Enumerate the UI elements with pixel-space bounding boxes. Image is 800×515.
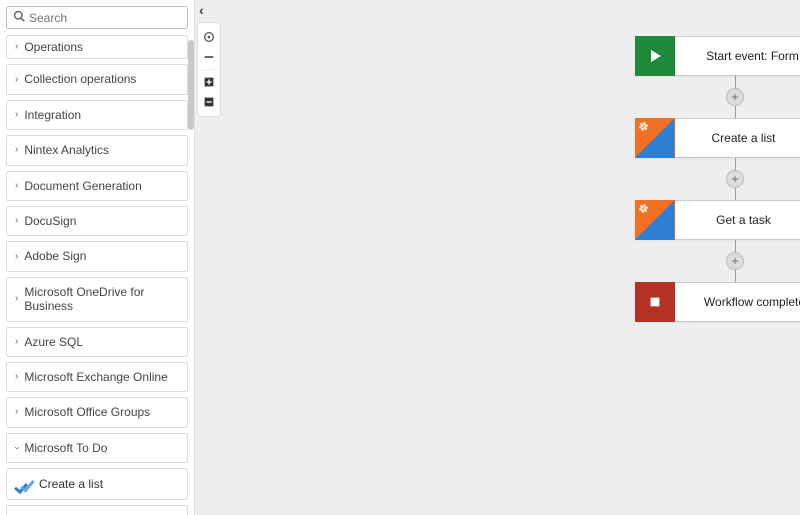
collapse-icon — [202, 95, 216, 109]
end-badge — [635, 282, 675, 322]
play-icon — [647, 48, 663, 64]
connector-line — [735, 240, 736, 252]
chevron-right-icon: › — [15, 371, 18, 383]
node-create-a-list[interactable]: Create a list ••• — [635, 118, 800, 158]
category-office-groups[interactable]: › Microsoft Office Groups — [6, 397, 188, 427]
minus-icon — [202, 50, 216, 64]
category-label: DocuSign — [24, 214, 76, 228]
collapse-sidebar-handle[interactable]: ‹ — [199, 2, 204, 18]
chevron-right-icon: › — [15, 215, 18, 227]
sidebar-scrollbar[interactable] — [188, 40, 194, 515]
category-label: Collection operations — [24, 72, 136, 86]
node-workflow-complete[interactable]: Workflow complete — [635, 282, 800, 322]
chevron-right-icon: › — [15, 251, 18, 263]
add-step-button[interactable]: + — [726, 88, 744, 106]
category-exchange-online[interactable]: › Microsoft Exchange Online — [6, 362, 188, 392]
category-label: Microsoft To Do — [24, 441, 107, 455]
category-operations[interactable]: › Operations — [6, 35, 188, 59]
chevron-right-icon: › — [15, 180, 18, 192]
connector-line — [735, 188, 736, 200]
category-label: Microsoft OneDrive for Business — [24, 285, 179, 314]
sidebar-scrollbar-thumb[interactable] — [188, 40, 194, 130]
plus-icon: + — [731, 91, 738, 103]
zoom-reset-button[interactable] — [199, 47, 219, 67]
action-label: Create a list — [39, 477, 103, 491]
chevron-right-icon: › — [15, 74, 18, 86]
category-docusign[interactable]: › DocuSign — [6, 206, 188, 236]
category-label: Document Generation — [24, 179, 141, 193]
category-microsoft-to-do[interactable]: › Microsoft To Do — [6, 433, 188, 463]
connector-line — [735, 76, 736, 88]
category-label: Microsoft Office Groups — [24, 405, 150, 419]
action-badge-icon — [635, 118, 675, 158]
chevron-right-icon: › — [15, 293, 18, 305]
chevron-right-icon: › — [15, 336, 18, 348]
search-input[interactable] — [29, 11, 184, 25]
category-onedrive-business[interactable]: › Microsoft OneDrive for Business — [6, 277, 188, 322]
connector-line — [735, 158, 736, 170]
category-integration[interactable]: › Integration — [6, 100, 188, 130]
start-badge — [635, 36, 675, 76]
plus-icon: + — [731, 255, 738, 267]
action-badge-icon — [635, 200, 675, 240]
collapse-all-button[interactable] — [199, 92, 219, 112]
chevron-right-icon: › — [15, 406, 18, 418]
category-collection-operations[interactable]: › Collection operations — [6, 64, 188, 94]
category-azure-sql[interactable]: › Azure SQL — [6, 327, 188, 357]
category-label: Integration — [24, 108, 81, 122]
node-start-event[interactable]: Start event: Form — [635, 36, 800, 76]
node-get-a-task[interactable]: Get a task ••• — [635, 200, 800, 240]
expand-icon — [202, 75, 216, 89]
category-list[interactable]: › Operations › Collection operations › I… — [0, 35, 194, 515]
stop-icon — [648, 295, 662, 309]
action-create-a-task[interactable]: Create a task — [6, 505, 188, 515]
toolbar-separator — [201, 69, 217, 70]
chevron-right-icon: › — [15, 144, 18, 156]
node-label: Start event: Form — [675, 49, 800, 63]
category-adobe-sign[interactable]: › Adobe Sign — [6, 241, 188, 271]
category-label: Microsoft Exchange Online — [24, 370, 167, 384]
todo-check-icon — [15, 475, 33, 493]
connector-line — [735, 270, 736, 282]
category-label: Operations — [24, 40, 83, 54]
workflow-flow: Start event: Form + Create a list ••• + … — [635, 36, 800, 322]
category-document-generation[interactable]: › Document Generation — [6, 171, 188, 201]
workflow-canvas[interactable]: ‹ Start event: Form + — [195, 0, 800, 515]
search-wrap — [0, 0, 194, 35]
chevron-down-icon: › — [11, 446, 23, 449]
canvas-toolbar — [197, 22, 221, 117]
action-create-a-list[interactable]: Create a list — [6, 468, 188, 500]
search-icon — [13, 10, 25, 25]
node-label: Workflow complete — [675, 295, 800, 309]
search-box[interactable] — [6, 6, 188, 29]
chevron-right-icon: › — [15, 41, 18, 53]
category-label: Adobe Sign — [24, 249, 86, 263]
category-label: Azure SQL — [24, 335, 83, 349]
chevron-left-icon: ‹ — [199, 2, 204, 18]
node-label: Create a list — [675, 131, 800, 145]
node-label: Get a task — [675, 213, 800, 227]
expand-all-button[interactable] — [199, 72, 219, 92]
category-label: Nintex Analytics — [24, 143, 109, 157]
connector-line — [735, 106, 736, 118]
action-toolbox-sidebar: › Operations › Collection operations › I… — [0, 0, 195, 515]
plus-icon: + — [731, 173, 738, 185]
chevron-right-icon: › — [15, 109, 18, 121]
add-step-button[interactable]: + — [726, 252, 744, 270]
category-nintex-analytics[interactable]: › Nintex Analytics — [6, 135, 188, 165]
add-step-button[interactable]: + — [726, 170, 744, 188]
zoom-fit-icon — [202, 30, 216, 44]
zoom-fit-button[interactable] — [199, 27, 219, 47]
